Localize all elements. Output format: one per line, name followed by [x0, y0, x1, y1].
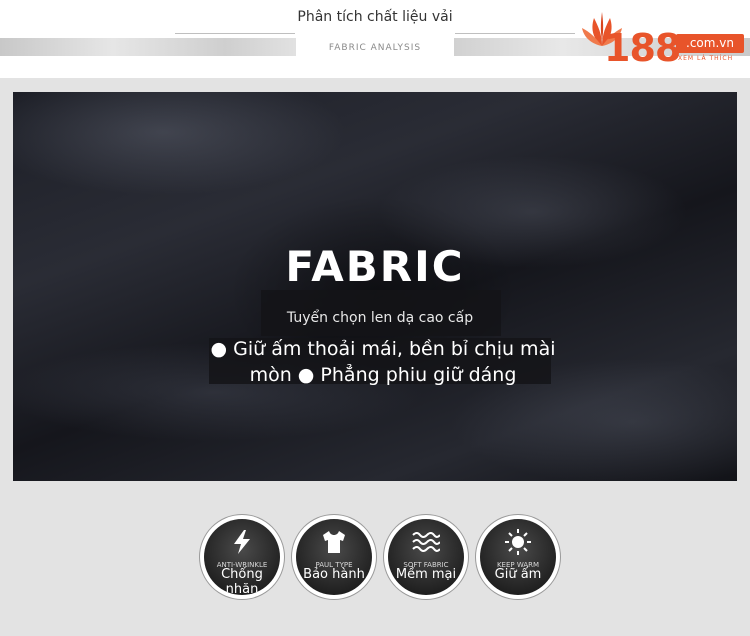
hero-subtitle: Tuyển chọn len dạ cao cấp — [286, 310, 474, 326]
feature-label: Giữ ấm — [494, 567, 542, 582]
sun-icon — [505, 529, 531, 555]
lightning-icon — [234, 530, 250, 554]
feature-badge-warm: KEEP WARM Giữ ấm — [476, 515, 560, 599]
feature-label: Mềm mại — [395, 567, 457, 582]
fabric-hero-image: FABRIC Tuyển chọn len dạ cao cấp ● Giữ ấ… — [13, 92, 737, 481]
feature-label: Chống nhăn — [221, 567, 263, 595]
section-title: Phân tích chất liệu vải — [297, 9, 453, 25]
feature-badge-warranty: PAUL TYPE Bảo hành — [292, 515, 376, 599]
feature-badge-anti-wrinkle: ANTI-WRINKLE Chống nhăn — [200, 515, 284, 599]
feature-label: Bảo hành — [303, 567, 365, 582]
logo-number: 188 — [604, 26, 681, 70]
header-divider-right — [455, 33, 575, 34]
hero-features-text: ● Giữ ấm thoải mái, bền bỉ chịu mài mòn … — [210, 338, 556, 386]
logo-domain: .com.vn — [676, 34, 744, 53]
section-title-box: Phân tích chất liệu vải FABRIC ANALYSIS — [296, 2, 454, 62]
tshirt-icon — [323, 531, 345, 553]
section-subtitle: FABRIC ANALYSIS — [328, 43, 422, 53]
feature-badges: ANTI-WRINKLE Chống nhăn PAUL TYPE Bảo hà… — [200, 515, 580, 605]
header-divider-left — [175, 33, 295, 34]
logo-slogan: XEM LÀ THÍCH — [678, 55, 734, 62]
page-header: Phân tích chất liệu vải FABRIC ANALYSIS … — [0, 0, 750, 78]
hero-title: FABRIC — [285, 242, 465, 291]
feature-badge-soft: SOFT FABRIC Mềm mại — [384, 515, 468, 599]
waves-icon — [412, 532, 440, 552]
brand-logo[interactable]: 188 .com.vn XEM LÀ THÍCH — [578, 10, 748, 76]
